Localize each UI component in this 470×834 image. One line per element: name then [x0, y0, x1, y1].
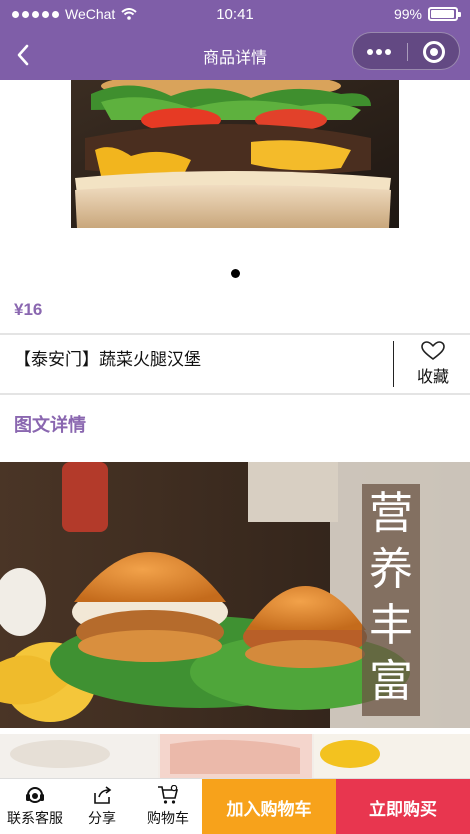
product-name: 【泰安门】蔬菜火腿汉堡 [14, 350, 201, 369]
cart-icon [158, 785, 179, 804]
share-button[interactable]: 分享 [72, 779, 132, 834]
customer-service-button[interactable]: 联系客服 [0, 779, 70, 834]
close-miniprogram-icon[interactable] [423, 41, 445, 63]
customer-service-label: 联系客服 [7, 810, 63, 826]
bottom-action-bar: 联系客服 分享 购物车 加入购物车 立即购买 [0, 778, 470, 834]
divider [0, 393, 470, 395]
header-bar: WeChat 10:41 99% 商品详情 [0, 0, 470, 80]
banner-text-char: 营 [369, 488, 413, 539]
battery-info: 99% [393, 6, 461, 22]
more-icon[interactable] [367, 49, 391, 55]
battery-percent: 99% [393, 6, 422, 22]
favorite-label: 收藏 [416, 369, 449, 386]
buy-now-button[interactable]: 立即购买 [336, 779, 470, 834]
heart-icon [421, 341, 445, 361]
product-image-carousel[interactable] [0, 80, 470, 290]
product-title-row: 【泰安门】蔬菜火腿汉堡 收藏 [0, 335, 470, 393]
banner-text-char: 富 [369, 656, 413, 707]
detail-banner-image: 营 养 丰 富 [0, 462, 470, 728]
capsule-divider [407, 43, 408, 61]
favorite-separator [393, 341, 394, 387]
battery-icon [428, 7, 461, 21]
banner-text-char: 丰 [369, 600, 413, 651]
share-label: 分享 [88, 810, 116, 826]
add-to-cart-button[interactable]: 加入购物车 [202, 779, 336, 834]
carousel-indicator-dot[interactable] [231, 269, 240, 278]
favorite-button[interactable]: 收藏 [404, 341, 462, 387]
headset-icon [26, 787, 44, 803]
product-image [71, 80, 399, 228]
miniprogram-capsule [352, 32, 460, 70]
cart-button[interactable]: 购物车 [136, 779, 200, 834]
detail-section-title: 图文详情 [14, 415, 86, 435]
detail-ingredients-image [0, 734, 470, 780]
status-bar: WeChat 10:41 99% [0, 0, 470, 30]
share-icon [94, 786, 112, 804]
product-price: ¥16 [14, 300, 43, 319]
cart-label: 购物车 [147, 810, 189, 826]
nav-bar: 商品详情 [0, 30, 470, 80]
banner-text-char: 养 [369, 544, 413, 595]
